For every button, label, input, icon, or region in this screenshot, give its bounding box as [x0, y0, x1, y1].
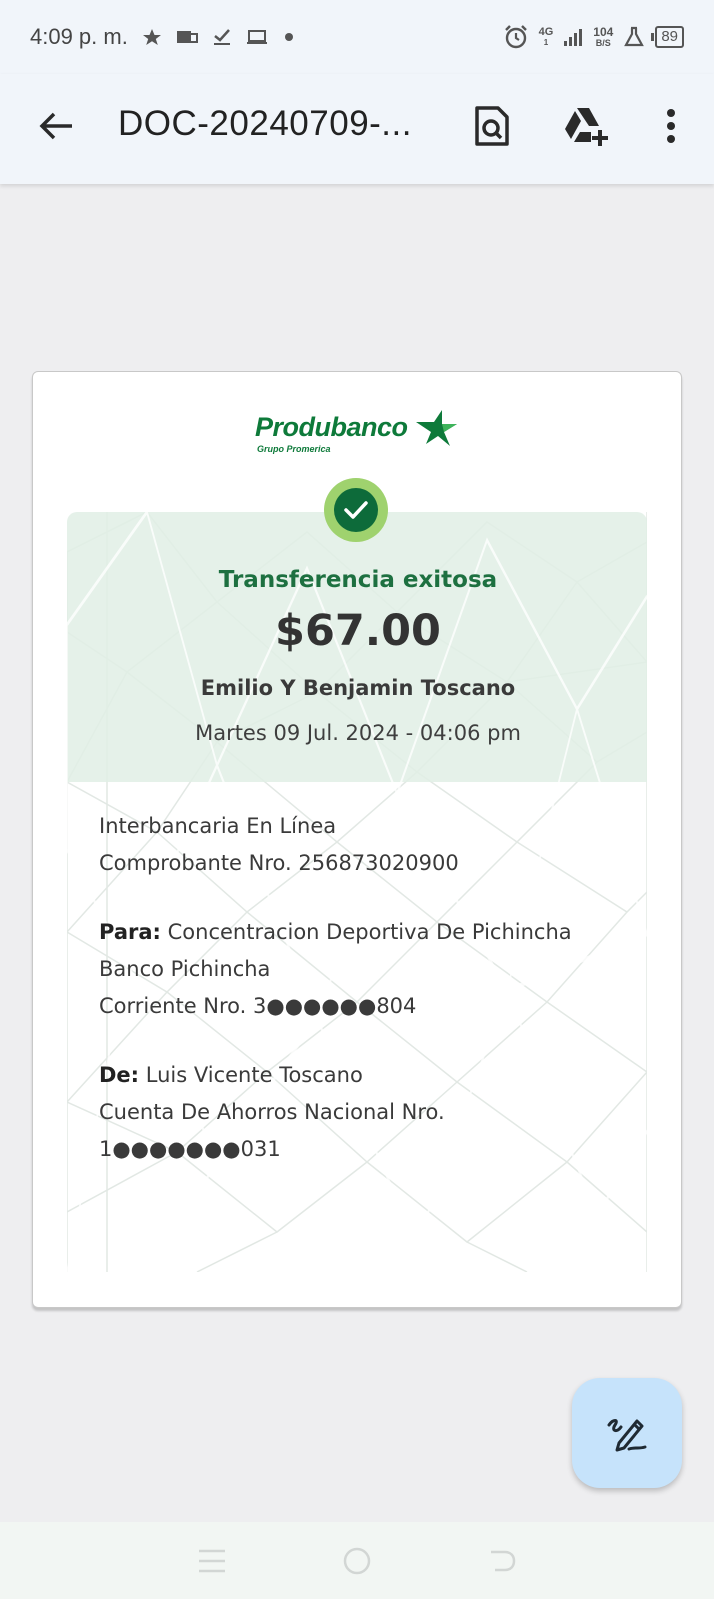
transfer-status: Transferencia exitosa — [218, 567, 498, 593]
flask-icon — [623, 26, 645, 48]
success-check-icon — [324, 478, 388, 542]
beneficiary-name: Emilio Y Benjamin Toscano — [200, 676, 516, 700]
home-icon[interactable] — [337, 1541, 377, 1581]
more-vert-icon[interactable] — [645, 100, 697, 152]
laptop-icon — [246, 29, 268, 45]
transfer-datetime: Martes 09 Jul. 2024 - 04:06 pm — [195, 721, 521, 745]
sender-account-type: Cuenta De Ahorros Nacional Nro. — [99, 1100, 445, 1124]
check-icon — [212, 28, 232, 46]
sender-account: 1●●●●●●●031 — [99, 1137, 281, 1161]
star-icon — [142, 28, 162, 46]
transfer-type: Interbancaria En Línea — [99, 814, 337, 838]
from-name: Luis Vicente Toscano — [145, 1063, 363, 1087]
recipient-bank: Banco Pichincha — [99, 957, 271, 981]
from-label: De: — [99, 1063, 140, 1087]
produbanco-logo: Produbanco Grupo Promerica — [255, 410, 458, 454]
logo-star-icon — [415, 410, 457, 446]
app-bar: DOC-20240709-... — [0, 74, 714, 184]
network-indicator: 4G 1 — [538, 25, 554, 48]
document-title: DOC-20240709-... — [118, 104, 412, 143]
system-nav-bar — [0, 1522, 714, 1599]
transfer-amount: $67.00 — [275, 606, 441, 656]
battery-icon: 89 — [651, 26, 684, 48]
search-document-icon[interactable] — [466, 100, 518, 152]
signal-icon — [563, 27, 583, 47]
receipt-card: Produbanco Grupo Promerica Transferencia… — [32, 371, 682, 1308]
speed-unit: B/S — [595, 37, 611, 48]
recipient-line: Para: Concentracion Deportiva De Pichinc… — [99, 914, 572, 951]
edit-pen-icon — [607, 1419, 647, 1452]
sender-line: De: Luis Vicente Toscano — [99, 1057, 572, 1094]
network-sub-label: 1 — [543, 37, 549, 47]
speed-indicator: 104 B/S — [593, 24, 614, 48]
recipient-account: Corriente Nro. 3●●●●●●804 — [99, 994, 417, 1018]
to-label: Para: — [99, 920, 161, 944]
status-time: 4:09 p. m. — [30, 24, 128, 49]
back-arrow-icon[interactable] — [34, 104, 78, 148]
logo-subtitle: Grupo Promerica — [257, 444, 331, 454]
logo-name: Produbanco — [255, 412, 408, 442]
to-name: Concentracion Deportiva De Pichincha — [167, 920, 572, 944]
back-icon[interactable] — [482, 1541, 522, 1581]
voucher-number: Comprobante Nro. 256873020900 — [99, 851, 459, 875]
mail-icon — [176, 29, 198, 45]
alarm-icon — [503, 24, 529, 50]
dot-icon — [282, 30, 296, 44]
status-bar: 4:09 p. m. 4G 1 104 B/S 89 — [0, 0, 714, 74]
drive-add-icon[interactable] — [560, 100, 612, 152]
speed-value: 104 — [593, 24, 614, 39]
edit-fab-button[interactable] — [572, 1378, 682, 1488]
battery-level: 89 — [661, 28, 678, 45]
menu-icon[interactable] — [192, 1541, 232, 1581]
transfer-details: Interbancaria En Línea Comprobante Nro. … — [99, 808, 572, 1168]
network-label: 4G — [538, 25, 554, 38]
